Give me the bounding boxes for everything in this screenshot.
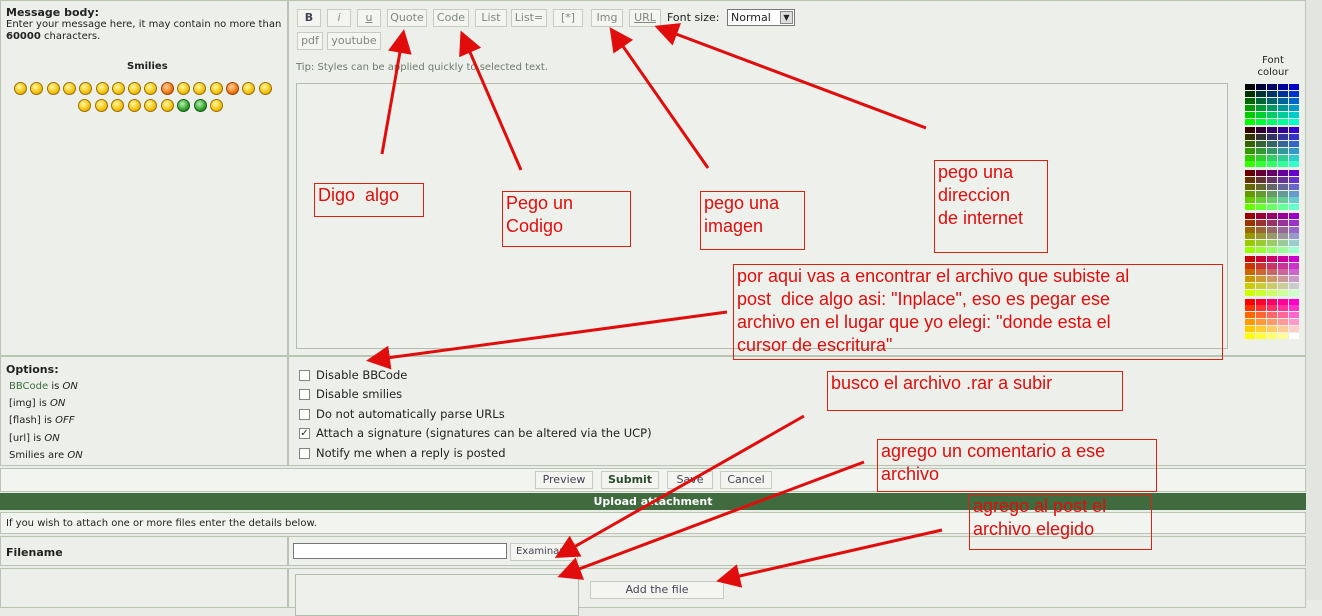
arrow-add xyxy=(716,528,943,588)
arrow-url xyxy=(654,23,927,130)
arrow-code xyxy=(459,30,523,171)
arrow-img xyxy=(609,27,710,169)
arrow-browse xyxy=(554,414,805,558)
annotation-arrows xyxy=(366,23,943,588)
arrow-inplace xyxy=(366,310,728,370)
arrow-quote xyxy=(380,29,412,155)
